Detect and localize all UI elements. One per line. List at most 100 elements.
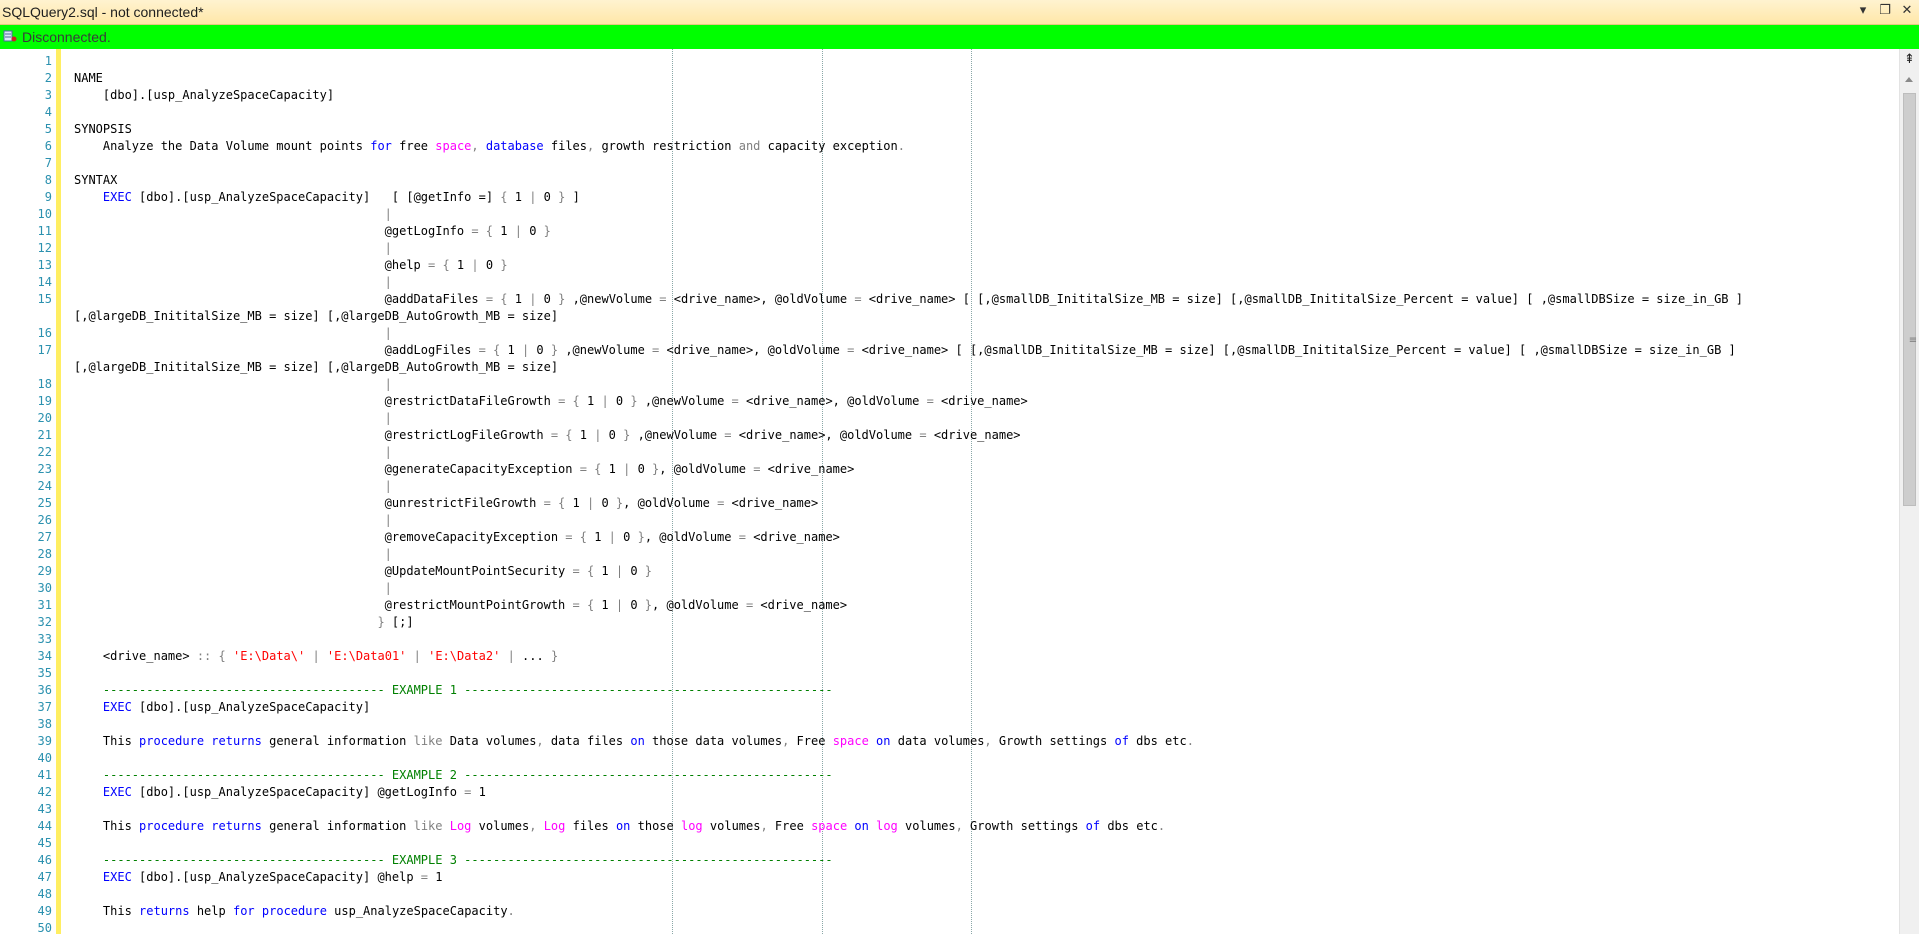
code-token: <drive_name> bbox=[753, 598, 848, 612]
line-number: 45 bbox=[37, 836, 52, 850]
scroll-up-arrow-icon[interactable] bbox=[1905, 77, 1913, 82]
close-icon[interactable]: ✕ bbox=[1899, 3, 1915, 19]
code-token: 1 bbox=[594, 598, 616, 612]
code-token: | bbox=[312, 649, 320, 663]
code-token: = { bbox=[485, 292, 508, 306]
code-token: | bbox=[384, 581, 392, 595]
code-text: @restrictMountPointGrowth = { 1 | 0 }, @… bbox=[74, 597, 847, 614]
code-token: SYNOPSIS bbox=[74, 122, 132, 136]
code-token: like bbox=[413, 819, 443, 833]
code-token: } bbox=[637, 530, 645, 544]
line-number: 7 bbox=[44, 156, 52, 170]
query-editor[interactable]: 1 2 NAME 3 [dbo].[usp_AnalyzeSpaceCapacity]… bbox=[0, 49, 1899, 934]
code-text: EXEC [dbo].[usp_AnalyzeSpaceCapacity] [ … bbox=[74, 189, 580, 206]
code-token: [dbo].[usp_AnalyzeSpaceCapacity] [ [@get… bbox=[131, 190, 501, 204]
code-token: | bbox=[384, 411, 392, 425]
code-token: database bbox=[485, 139, 544, 153]
code-token: <drive_name> bbox=[745, 530, 840, 544]
code-token: returns bbox=[139, 904, 190, 918]
code-token: This bbox=[74, 819, 140, 833]
code-token: Growth settings bbox=[962, 819, 1086, 833]
code-token: 1 bbox=[601, 462, 624, 476]
code-token: = { bbox=[572, 598, 595, 612]
code-token: general information bbox=[261, 734, 414, 748]
line-number: 50 bbox=[37, 921, 52, 934]
line-number: 15 bbox=[37, 292, 52, 306]
code-text: | bbox=[74, 274, 392, 291]
code-token: | bbox=[514, 224, 522, 238]
column-guide bbox=[971, 49, 972, 934]
code-token: --------------------------------------- … bbox=[102, 853, 833, 867]
line-number: 2 bbox=[44, 71, 52, 85]
vertical-scrollbar[interactable]: ⇞ ≡ bbox=[1899, 49, 1919, 934]
split-window-icon[interactable]: ⇞ bbox=[1902, 52, 1917, 67]
line-number: 34 bbox=[37, 649, 52, 663]
code-token: dbs etc bbox=[1100, 819, 1158, 833]
code-token: returns bbox=[211, 734, 262, 748]
code-token: @addDataFiles bbox=[74, 292, 486, 306]
code-text: @UpdateMountPointSecurity = { 1 | 0 } bbox=[74, 563, 652, 580]
line-number: 12 bbox=[37, 241, 52, 255]
code-token: | bbox=[384, 445, 392, 459]
code-token: } bbox=[543, 224, 551, 238]
code-text: This procedure returns general informati… bbox=[74, 818, 1165, 835]
code-token: 0 bbox=[601, 428, 624, 442]
code-token: 'E:\Data2' bbox=[428, 649, 501, 663]
code-token: space bbox=[811, 819, 848, 833]
code-token: | bbox=[601, 394, 609, 408]
code-token: Data volumes bbox=[442, 734, 537, 748]
dropdown-icon[interactable]: ▾ bbox=[1855, 3, 1871, 19]
line-number: 32 bbox=[37, 615, 52, 629]
line-number: 22 bbox=[37, 445, 52, 459]
code-token: volumes bbox=[702, 819, 761, 833]
code-token: [dbo].[usp_AnalyzeSpaceCapacity] @help bbox=[131, 870, 421, 884]
line-number: 3 bbox=[44, 88, 52, 102]
code-text: This returns help for procedure usp_Anal… bbox=[74, 903, 515, 920]
line-number: 16 bbox=[37, 326, 52, 340]
window-controls: ▾ ❐ ✕ bbox=[1855, 3, 1915, 19]
line-number: 44 bbox=[37, 819, 52, 833]
status-text: Disconnected. bbox=[22, 29, 111, 45]
code-token: for bbox=[370, 139, 392, 153]
code-token: This bbox=[74, 904, 140, 918]
restore-icon[interactable]: ❐ bbox=[1877, 3, 1893, 19]
code-token: [dbo].[usp_AnalyzeSpaceCapacity] bbox=[131, 700, 371, 714]
code-token: 1 bbox=[594, 564, 616, 578]
code-token: EXEC bbox=[102, 190, 132, 204]
code-token: 0 bbox=[529, 343, 551, 357]
scrollbar-thumb[interactable]: ≡ bbox=[1903, 93, 1917, 506]
line-number: 48 bbox=[37, 887, 52, 901]
code-token: ,@newVolume bbox=[565, 292, 660, 306]
code-text: @getLogInfo = { 1 | 0 } bbox=[74, 223, 551, 240]
change-tracking-bar bbox=[56, 49, 61, 934]
code-token: | bbox=[384, 513, 392, 527]
code-token: 0 bbox=[615, 530, 638, 544]
code-token: EXEC bbox=[102, 785, 132, 799]
code-token: usp_AnalyzeSpaceCapacity bbox=[326, 904, 508, 918]
code-token: space bbox=[832, 734, 869, 748]
code-text: | bbox=[74, 325, 392, 342]
code-text: [dbo].[usp_AnalyzeSpaceCapacity] bbox=[74, 87, 334, 104]
code-token: EXEC bbox=[102, 870, 132, 884]
code-text: This procedure returns general informati… bbox=[74, 733, 1194, 750]
code-token: 0 bbox=[630, 462, 653, 476]
line-number: 38 bbox=[37, 717, 52, 731]
code-token: } bbox=[644, 564, 653, 578]
line-number: 29 bbox=[37, 564, 52, 578]
line-number: 26 bbox=[37, 513, 52, 527]
line-number: 10 bbox=[37, 207, 52, 221]
code-text: | bbox=[74, 546, 392, 563]
code-token: <drive_name>, @oldVolume bbox=[731, 428, 920, 442]
code-token: and bbox=[738, 139, 761, 153]
code-token: | bbox=[384, 377, 392, 391]
code-token: = { bbox=[565, 530, 587, 544]
